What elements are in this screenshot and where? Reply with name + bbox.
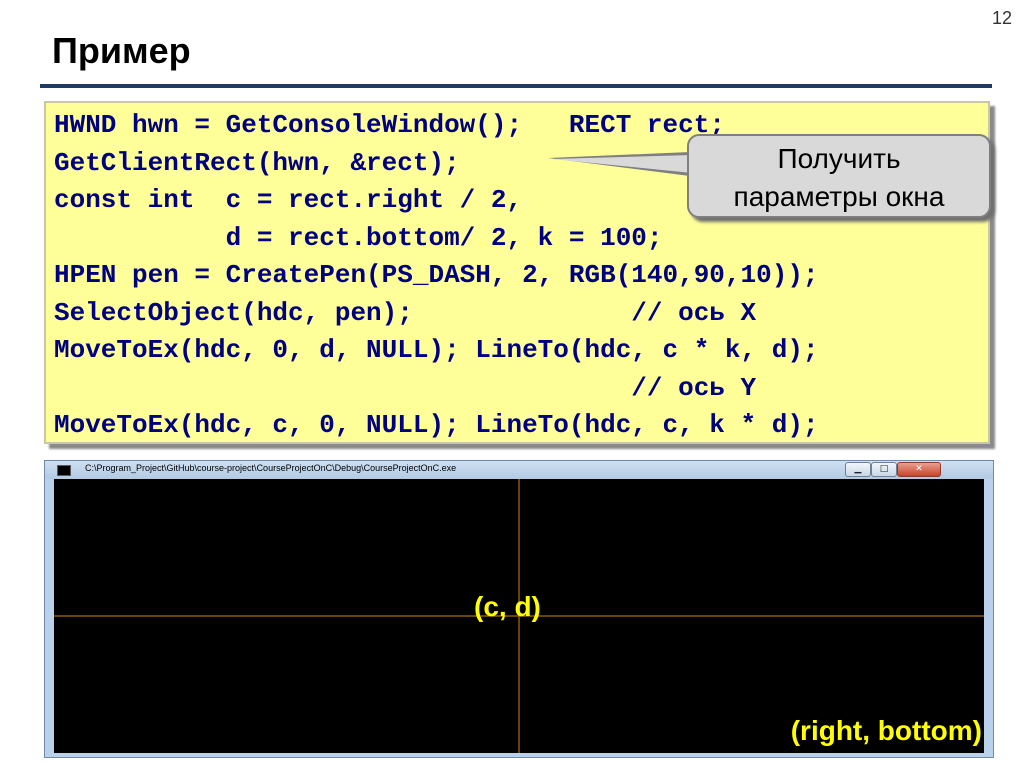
slide-title: Пример [52,30,191,71]
center-point-label: (c, d) [474,591,541,622]
console-app-icon [57,465,71,476]
code-line: // ось Y [54,372,757,403]
maximize-icon: □ [879,464,889,474]
code-line: HPEN pen = CreatePen(PS_DASH, 2, RGB(140… [54,260,819,290]
page-number: 12 [991,8,1012,28]
callout-line-1: Получить [777,143,901,174]
close-icon: ✕ [915,464,923,474]
code-line: SelectObject(hdc, pen); // ось X [54,297,757,328]
code-line: MoveToEx(hdc, 0, d, NULL); LineTo(hdc, c… [54,335,819,365]
callout-line-2: параметры окна [733,181,945,212]
title-divider [40,84,992,88]
minimize-icon: ▁ [854,464,862,474]
minimize-button[interactable]: ▁ [845,462,871,477]
window-titlebar[interactable]: C:\Program_Project\GitHub\course-project… [45,461,993,479]
code-line: d = rect.bottom/ 2, k = 100; [54,222,663,253]
window-title: C:\Program_Project\GitHub\course-project… [85,463,457,473]
corner-point-label: (right, bottom) [790,715,982,746]
code-line: MoveToEx(hdc, c, 0, NULL); LineTo(hdc, c… [54,410,819,440]
console-client-area[interactable]: (c, d) (right, bottom) [54,479,984,753]
close-button[interactable]: ✕ [897,462,941,477]
console-window: C:\Program_Project\GitHub\course-project… [44,460,994,758]
callout-box: Получить параметры окна [687,134,991,218]
maximize-button[interactable]: □ [871,462,897,477]
